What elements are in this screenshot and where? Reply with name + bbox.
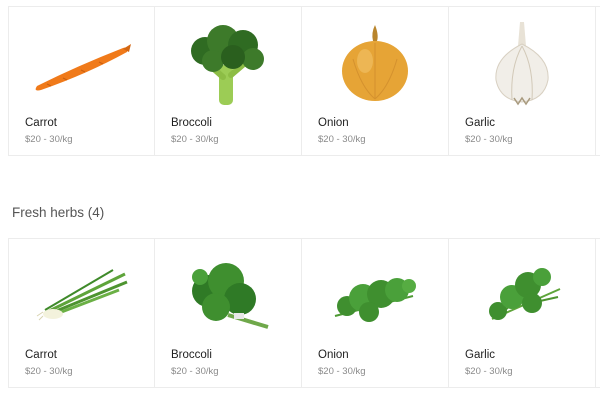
product-card-celery-leaves[interactable]: Garlic $20 - 30/kg bbox=[449, 239, 596, 387]
product-card-onion[interactable]: Onion $20 - 30/kg bbox=[302, 7, 449, 155]
product-card-parsley[interactable]: Onion $20 - 30/kg bbox=[302, 239, 449, 387]
product-card-garlic[interactable]: Garlic $20 - 30/kg bbox=[449, 7, 596, 155]
product-name: Garlic bbox=[465, 117, 496, 129]
product-card-carrot[interactable]: Carrot $20 - 30/kg bbox=[8, 7, 155, 155]
product-price: $20 - 30/kg bbox=[25, 366, 73, 377]
carrot-image bbox=[9, 15, 154, 111]
product-name: Carrot bbox=[25, 117, 57, 129]
product-name: Garlic bbox=[465, 349, 496, 361]
section-title-fresh-herbs: Fresh herbs (4) bbox=[12, 205, 105, 220]
product-name: Onion bbox=[318, 117, 349, 129]
cilantro-bunch-image bbox=[155, 247, 301, 343]
product-card-partial[interactable] bbox=[596, 7, 600, 155]
product-price: $20 - 30/kg bbox=[465, 366, 513, 377]
product-price: $20 - 30/kg bbox=[465, 134, 513, 145]
product-card-broccoli[interactable]: Broccoli $20 - 30/kg bbox=[155, 7, 302, 155]
garlic-image bbox=[449, 15, 595, 111]
product-price: $20 - 30/kg bbox=[171, 366, 219, 377]
product-card-cilantro[interactable]: Broccoli $20 - 30/kg bbox=[155, 239, 302, 387]
product-card-partial[interactable] bbox=[596, 239, 600, 387]
product-name: Broccoli bbox=[171, 349, 212, 361]
product-price: $20 - 30/kg bbox=[25, 134, 73, 145]
parsley-image bbox=[302, 247, 448, 343]
product-name: Broccoli bbox=[171, 117, 212, 129]
product-price: $20 - 30/kg bbox=[318, 366, 366, 377]
product-name: Carrot bbox=[25, 349, 57, 361]
broccoli-image bbox=[155, 15, 301, 111]
product-price: $20 - 30/kg bbox=[318, 134, 366, 145]
product-name: Onion bbox=[318, 349, 349, 361]
herbs-grid: Carrot $20 - 30/kg Broccoli $20 - 30/kg bbox=[8, 238, 600, 388]
spring-onion-image bbox=[9, 247, 154, 343]
product-card-spring-onion[interactable]: Carrot $20 - 30/kg bbox=[8, 239, 155, 387]
product-price: $20 - 30/kg bbox=[171, 134, 219, 145]
vegetable-grid: Carrot $20 - 30/kg Broccoli $20 - 30/kg bbox=[8, 6, 600, 156]
onion-image bbox=[302, 15, 448, 111]
celery-leaves-image bbox=[449, 247, 595, 343]
